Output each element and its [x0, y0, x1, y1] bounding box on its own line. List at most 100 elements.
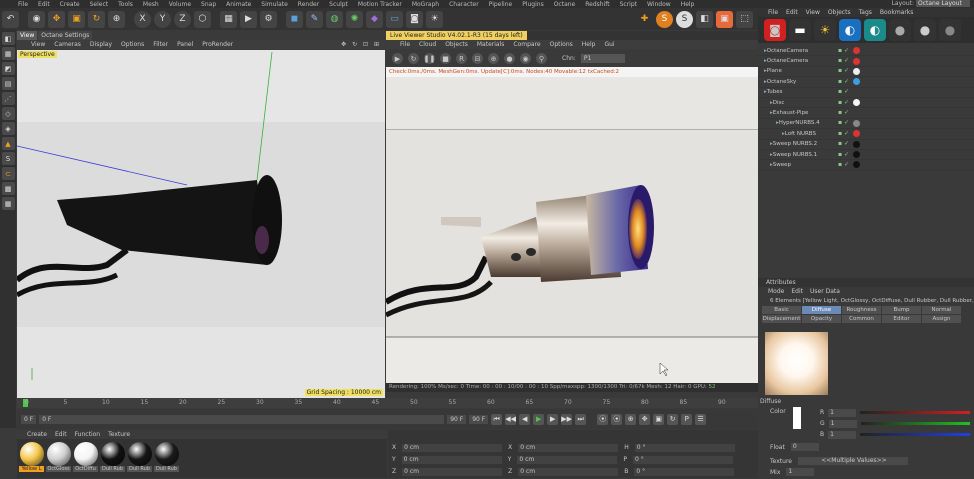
- material-item[interactable]: Dull Rub: [127, 442, 152, 476]
- coord-field[interactable]: 0 cm: [402, 467, 503, 476]
- object-row[interactable]: ▸ Loft NURBS ▪ ✓: [758, 129, 974, 140]
- live-render-view[interactable]: [386, 77, 758, 383]
- object-row[interactable]: ▸ Exhaust-Pipe ▪ ✓: [758, 108, 974, 119]
- tab-octane-settings[interactable]: Octane Settings: [38, 31, 93, 40]
- region-icon[interactable]: R: [456, 53, 467, 64]
- workplane-icon[interactable]: ▤: [1, 77, 15, 90]
- object-menu-item-1[interactable]: Edit: [786, 8, 798, 17]
- live-menu-item-4[interactable]: Compare: [513, 40, 540, 49]
- material-menu-item-2[interactable]: Function: [75, 430, 101, 439]
- tab-view[interactable]: View: [17, 31, 38, 40]
- attr-menu-item-0[interactable]: Mode: [768, 287, 784, 296]
- coord-field[interactable]: 0 cm: [517, 455, 618, 464]
- auto-key-icon[interactable]: ⦿: [611, 413, 623, 425]
- live-menu-item-1[interactable]: Cloud: [419, 40, 436, 49]
- grid-icon[interactable]: ▦: [1, 197, 15, 210]
- float-field[interactable]: 0: [790, 443, 819, 451]
- render-picture-viewer-icon[interactable]: ▶: [240, 10, 257, 28]
- menu-item-1[interactable]: Edit: [38, 1, 50, 8]
- mix-field[interactable]: 1: [786, 468, 815, 476]
- attr-tab-6[interactable]: Opacity: [802, 315, 841, 323]
- undo-icon[interactable]: ↶: [2, 10, 19, 28]
- coord-field[interactable]: 0 °: [632, 455, 733, 464]
- object-axis-icon[interactable]: ▲: [1, 137, 15, 150]
- b-field[interactable]: 1: [828, 430, 857, 439]
- restart-render-icon[interactable]: ↻: [408, 53, 419, 64]
- render-view-icon[interactable]: ▦: [220, 10, 237, 28]
- rotate-icon[interactable]: ↻: [88, 10, 105, 28]
- object-row[interactable]: ▸ Plane ▪ ✓: [758, 66, 974, 78]
- camera-icon[interactable]: ◙: [406, 10, 423, 28]
- r-field[interactable]: 1: [828, 408, 857, 417]
- cloner-icon[interactable]: ✺: [346, 10, 363, 28]
- menu-item-17[interactable]: Octane: [554, 1, 576, 8]
- channel-select[interactable]: P1: [580, 54, 625, 63]
- object-row[interactable]: ▸ OctaneCamera ▪ ✓: [758, 46, 974, 57]
- coord-field[interactable]: 0 °: [634, 443, 735, 452]
- menu-item-8[interactable]: Animate: [226, 1, 251, 8]
- scale-icon[interactable]: ▣: [68, 10, 85, 28]
- viewport-menu-item-6[interactable]: ProRender: [202, 40, 233, 49]
- visibility-flags-icon[interactable]: ▪ ✓: [838, 129, 849, 139]
- attr-tab-5[interactable]: Displacement: [762, 315, 801, 323]
- camera-label[interactable]: Perspective: [18, 51, 57, 58]
- snap-icon[interactable]: S: [1, 152, 15, 165]
- menu-item-16[interactable]: Plugins: [522, 1, 544, 8]
- object-row[interactable]: ▸ Sweep ▪ ✓: [758, 160, 974, 171]
- menu-item-21[interactable]: Help: [681, 1, 695, 8]
- end-frame-field-2[interactable]: 90 F: [469, 414, 489, 424]
- viewport-menu-item-3[interactable]: Options: [121, 40, 144, 49]
- g-slider[interactable]: [860, 422, 970, 425]
- light-icon[interactable]: ☀: [426, 10, 443, 28]
- viewport-menu-item-1[interactable]: Cameras: [54, 40, 81, 49]
- octane-render-icon[interactable]: ▣: [716, 10, 733, 28]
- live-menu-item-7[interactable]: Gui: [604, 40, 614, 49]
- attr-tab-7[interactable]: Common: [842, 315, 881, 323]
- menu-item-2[interactable]: Create: [60, 1, 80, 8]
- material-tag-icon[interactable]: [853, 99, 860, 107]
- live-menu-item-5[interactable]: Options: [550, 40, 573, 49]
- prev-frame-icon[interactable]: ◀: [519, 413, 531, 425]
- tab-live-viewer[interactable]: Live Viewer Studio V4.02.1-R3 (15 days l…: [386, 31, 527, 40]
- material-tag-icon[interactable]: [853, 130, 860, 138]
- menu-item-14[interactable]: Character: [449, 1, 479, 8]
- prev-key-icon[interactable]: ◀◀: [505, 413, 517, 425]
- object-row[interactable]: ▸ Tubes ▪ ✓: [758, 88, 974, 98]
- visibility-flags-icon[interactable]: ▪ ✓: [838, 118, 849, 128]
- material-item[interactable]: Yellow L: [19, 442, 44, 476]
- menu-item-4[interactable]: Tools: [118, 1, 133, 8]
- visibility-flags-icon[interactable]: ▪ ✓: [838, 98, 849, 108]
- viewport-nav-icons[interactable]: ✥ ↻ ⊡ ⊞: [341, 40, 381, 49]
- menu-item-13[interactable]: MoGraph: [412, 1, 439, 8]
- attr-tab-0[interactable]: Basic: [762, 306, 801, 314]
- attr-tab-4[interactable]: Normal: [922, 306, 961, 314]
- stop-icon[interactable]: ■: [440, 53, 451, 64]
- viewport-menu-item-5[interactable]: Panel: [177, 40, 193, 49]
- frame-range-slider[interactable]: 0 F: [39, 414, 445, 424]
- next-key-icon[interactable]: ▶▶: [561, 413, 573, 425]
- menu-item-10[interactable]: Render: [298, 1, 319, 8]
- y-axis-icon[interactable]: Y: [154, 10, 171, 28]
- material-item[interactable]: OctGloss: [46, 442, 71, 476]
- octane-hdri-icon[interactable]: ◐: [839, 19, 861, 41]
- layout-select[interactable]: Octane Layout: [916, 0, 970, 7]
- menu-item-5[interactable]: Mesh: [143, 1, 159, 8]
- menu-item-18[interactable]: Redshift: [585, 1, 609, 8]
- timeline-menu-icon[interactable]: ☰: [695, 413, 707, 425]
- green-channel[interactable]: G1: [820, 419, 970, 428]
- octane-live-icon[interactable]: ◧: [696, 10, 713, 28]
- visibility-flags-icon[interactable]: ▪ ✓: [838, 66, 849, 76]
- x-axis-icon[interactable]: X: [134, 10, 151, 28]
- object-menu-item-5[interactable]: Bookmarks: [880, 8, 914, 17]
- object-row[interactable]: ▸ OctaneCamera ▪ ✓: [758, 56, 974, 67]
- attr-tab-2[interactable]: Roughness: [842, 306, 881, 314]
- menu-item-6[interactable]: Volume: [169, 1, 191, 8]
- material-tag-icon[interactable]: [853, 67, 860, 75]
- red-channel[interactable]: R1: [820, 408, 970, 417]
- edges-mode-icon[interactable]: ◇: [1, 107, 15, 120]
- viewport-menu-item-4[interactable]: Filter: [153, 40, 168, 49]
- lock-icon[interactable]: ⊟: [472, 53, 483, 64]
- end-frame-field[interactable]: 90 F: [447, 414, 467, 424]
- position-key-icon[interactable]: ✥: [639, 413, 651, 425]
- z-axis-icon[interactable]: Z: [174, 10, 191, 28]
